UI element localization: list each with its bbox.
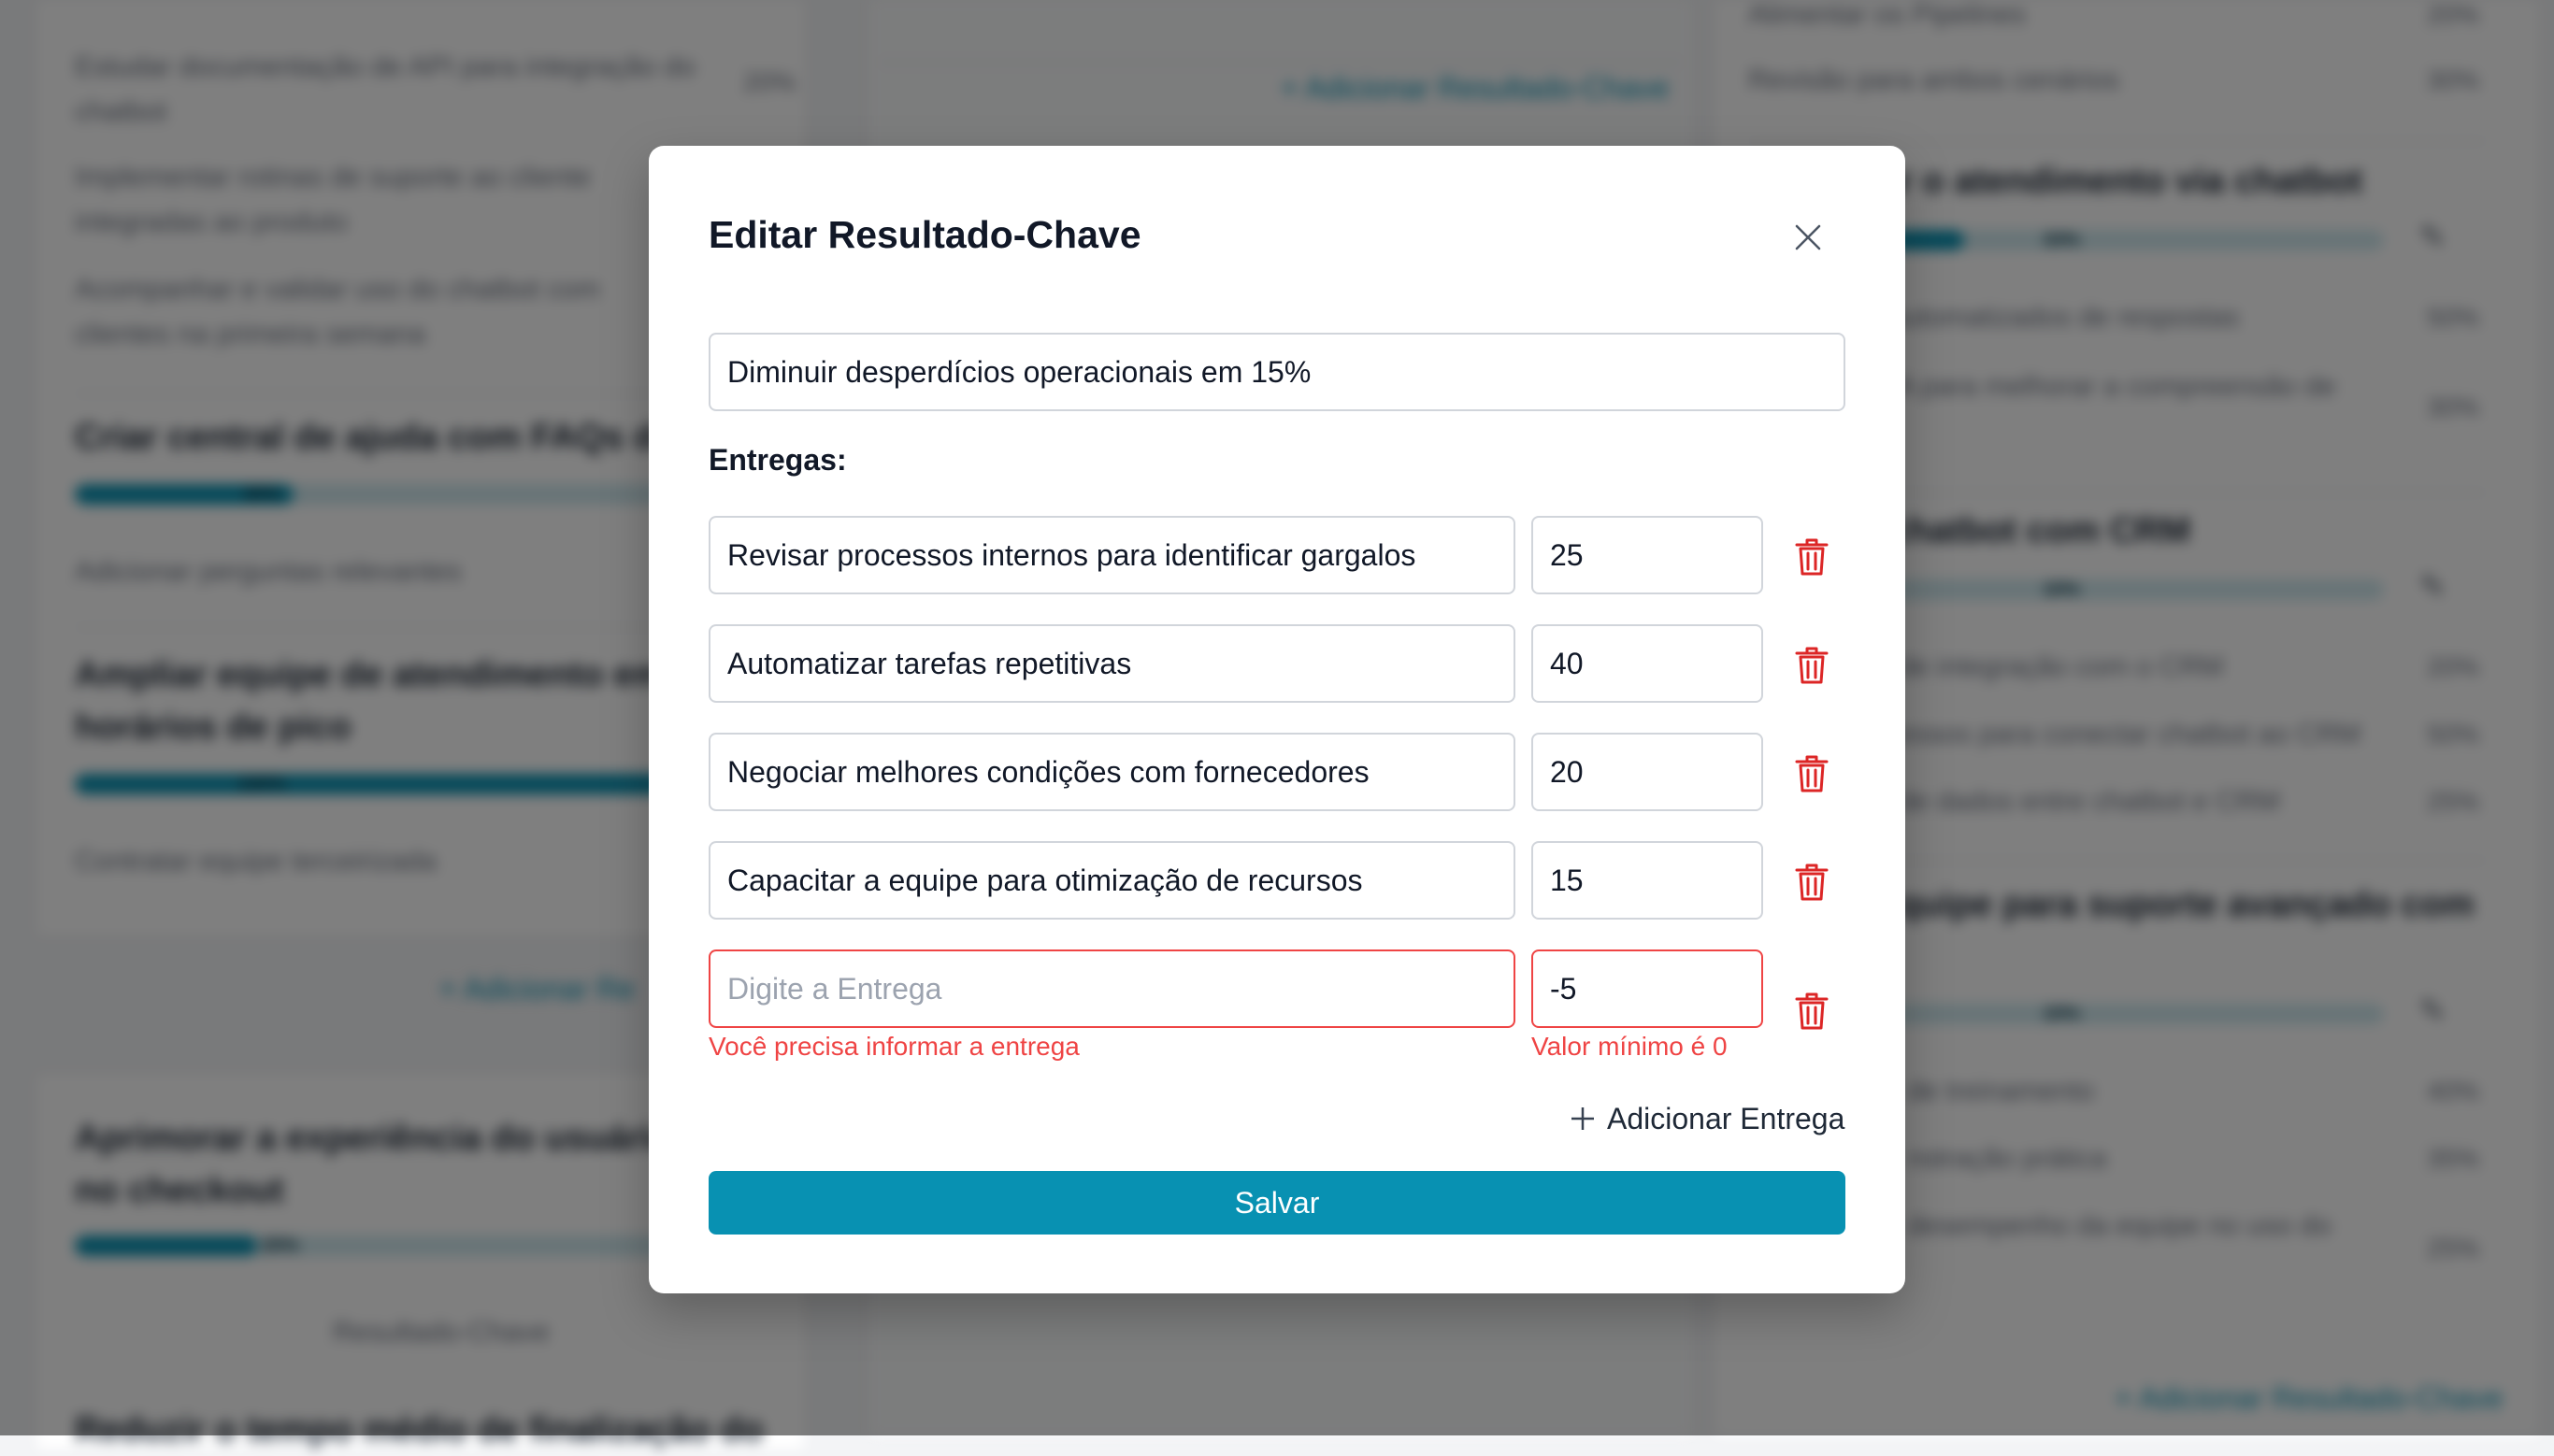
plus-icon <box>1571 1107 1594 1130</box>
trash-icon[interactable] <box>1793 753 1830 794</box>
modal-title: Editar Resultado-Chave <box>709 213 1141 256</box>
deliveries-label: Entregas: <box>709 443 847 477</box>
trash-icon[interactable] <box>1793 991 1830 1032</box>
delivery-value-input[interactable] <box>1531 841 1763 920</box>
delivery-value-error: Valor mínimo é 0 <box>1531 1032 1728 1061</box>
delivery-text-input[interactable] <box>709 516 1515 594</box>
add-delivery-button[interactable]: Adicionar Entrega <box>1570 1096 1844 1141</box>
key-result-input[interactable] <box>709 333 1845 411</box>
trash-icon[interactable] <box>1793 645 1830 686</box>
trash-icon[interactable] <box>1793 536 1830 578</box>
edit-key-result-modal: Editar Resultado-Chave Entregas: <box>649 146 1905 1293</box>
delivery-value-input[interactable] <box>1531 733 1763 811</box>
delivery-value-input[interactable] <box>1531 949 1763 1028</box>
delivery-text-input[interactable] <box>709 624 1515 703</box>
delivery-value-input[interactable] <box>1531 516 1763 594</box>
trash-icon[interactable] <box>1793 862 1830 903</box>
delivery-text-input[interactable] <box>709 841 1515 920</box>
delivery-text-input[interactable] <box>709 733 1515 811</box>
add-delivery-label: Adicionar Entrega <box>1607 1101 1845 1135</box>
delivery-text-error: Você precisa informar a entrega <box>709 1032 1080 1061</box>
save-button[interactable]: Salvar <box>709 1171 1845 1235</box>
delivery-value-input[interactable] <box>1531 624 1763 703</box>
delivery-text-input[interactable] <box>709 949 1515 1028</box>
close-icon[interactable] <box>1789 219 1827 256</box>
